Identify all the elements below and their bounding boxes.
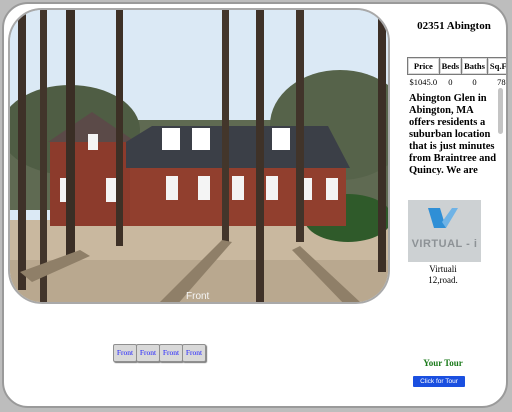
header-sqfeet: Sq.Feet: [486, 57, 506, 75]
header-price: Price: [407, 57, 440, 75]
house-photo-image: [10, 10, 388, 302]
company-logo: VIRTUAL - i: [408, 200, 481, 262]
tour-button[interactable]: Click for Tour: [413, 376, 465, 387]
logo-text: VIRTUAL - i: [411, 238, 478, 250]
listing-description: Abington Glen in Abington, MA offers res…: [409, 93, 497, 175]
header-beds: Beds: [438, 57, 463, 75]
value-sqfeet: 780: [497, 77, 506, 87]
value-price: $1045.0: [409, 77, 438, 87]
agent-name: Virtuali: [429, 264, 457, 274]
thumbnail-button-3[interactable]: Front: [159, 344, 183, 362]
thumbnail-button-4[interactable]: Front: [182, 344, 206, 362]
agent-company: 12,road.: [428, 275, 458, 285]
listing-card: Front 02351 Abington Price Beds Baths Sq…: [2, 2, 508, 408]
listing-title: 02351 Abington: [417, 20, 491, 32]
description-scroll-area[interactable]: Abington Glen in Abington, MA offers res…: [409, 93, 505, 175]
thumbnail-button-2[interactable]: Front: [136, 344, 160, 362]
property-photo[interactable]: Front: [8, 8, 390, 304]
header-baths: Baths: [461, 57, 488, 75]
thumbnail-button-1[interactable]: Front: [113, 344, 137, 362]
tour-label: Your Tour: [423, 358, 463, 368]
description-scrollbar[interactable]: [498, 88, 503, 134]
photo-caption: Front: [186, 291, 210, 302]
value-beds: 0: [448, 77, 453, 87]
specs-value-row: $1045.0 0 0 780: [408, 75, 507, 90]
logo-mark-icon: [428, 208, 458, 228]
specs-table: Price Beds Baths Sq.Feet $1045.0 0 0 780: [407, 57, 507, 90]
specs-header-row: Price Beds Baths Sq.Feet: [407, 57, 506, 75]
value-baths: 0: [472, 77, 477, 87]
